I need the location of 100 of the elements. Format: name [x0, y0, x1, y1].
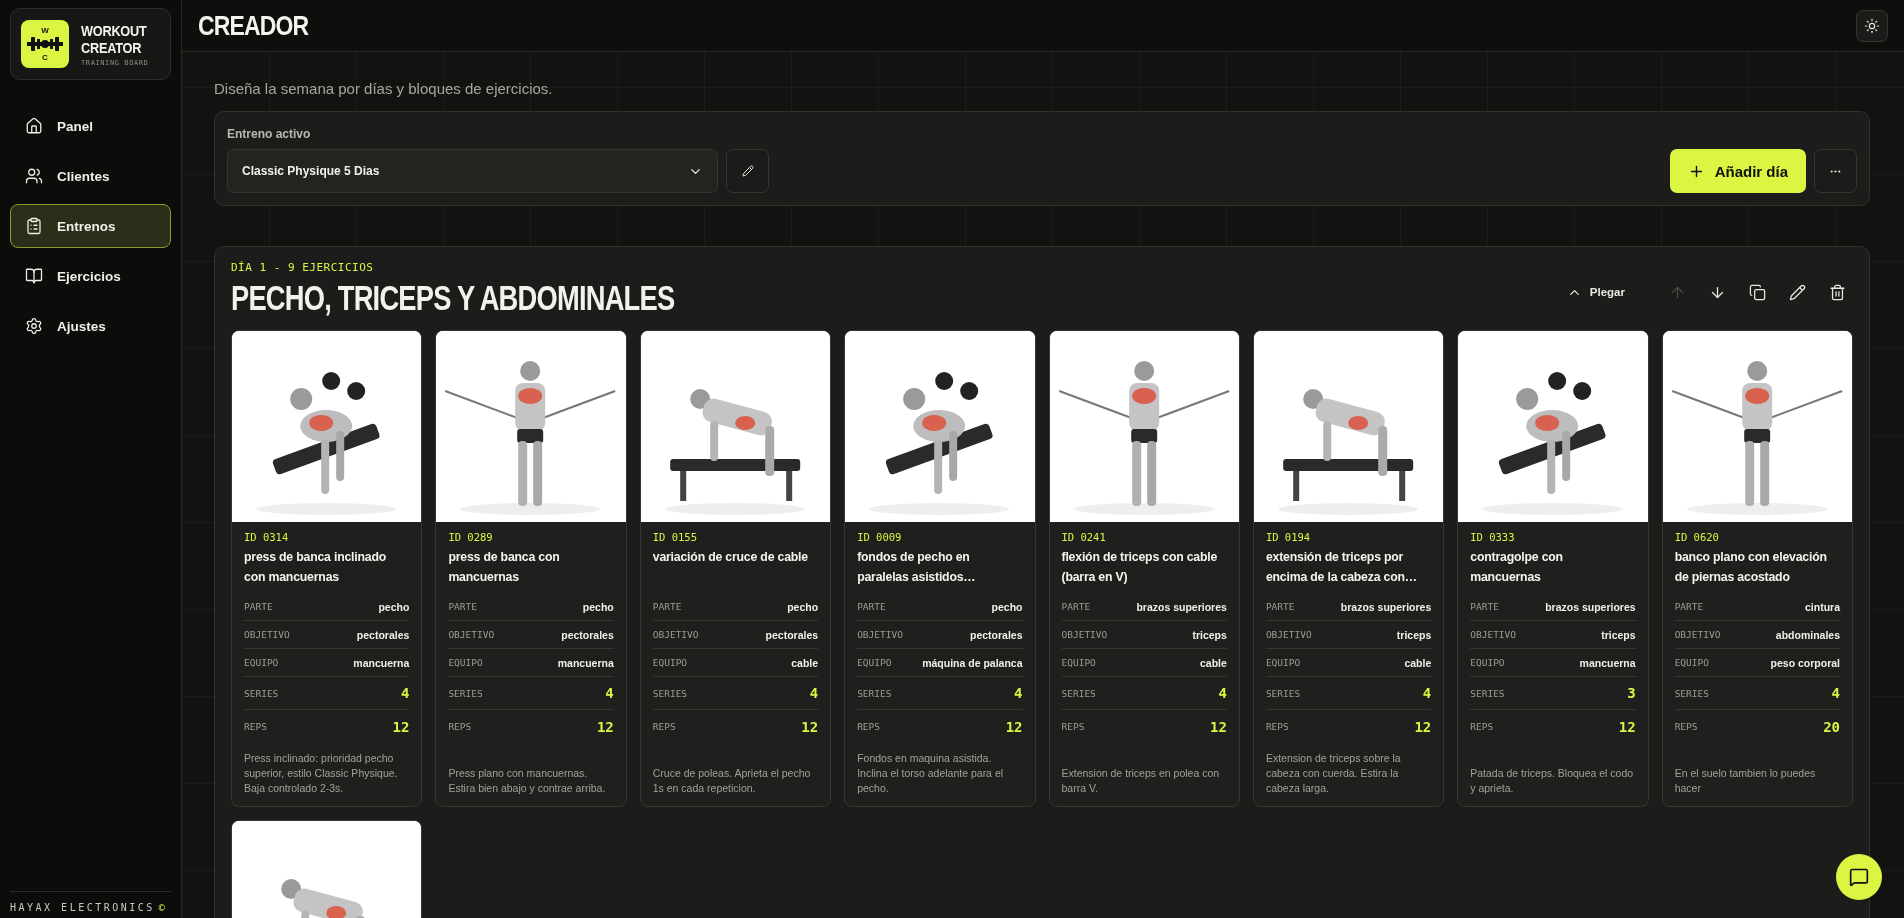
- field-value: 12: [1414, 718, 1432, 735]
- field-value: brazos superiores: [1545, 600, 1636, 613]
- field-label: EQUIPO: [1470, 657, 1505, 668]
- exercise-card[interactable]: ID 0155 variación de cruce de cable PARTE pecho OBJETIVO pectorales EQUIPO cable SERIES 4 REPS 12 Cruce de poleas. Aprieta el pecho 1s en cada repeticion.: [639, 330, 832, 807]
- copy-icon: [1748, 283, 1766, 301]
- exercise-card[interactable]: ID 0333 contragolpe con mancuernas PARTE brazos superiores OBJETIVO triceps EQUIPO mancuerna SERIES 3 REPS 12 Patada de triceps. Bloquea el codo y aprieta.: [1457, 330, 1649, 807]
- training-select[interactable]: Classic Physique 5 Dias: [227, 149, 718, 193]
- theme-toggle-button[interactable]: [1856, 9, 1888, 42]
- field-label: OBJETIVO: [1265, 629, 1312, 640]
- field-label: REPS: [652, 721, 676, 732]
- day-title: PECHO, TRICEPS Y ABDOMINALES: [231, 278, 675, 318]
- field-value: 4: [1218, 685, 1227, 701]
- exercise-id: ID 0241: [1061, 531, 1107, 543]
- exercise-note: Extension de triceps en polea con barra V.: [1061, 766, 1221, 796]
- field-label: SERIES: [244, 687, 279, 699]
- field-value: 4: [400, 685, 410, 701]
- field-label: OBJETIVO: [1470, 629, 1516, 640]
- nav-item[interactable]: Panel: [10, 104, 171, 148]
- exercise-card[interactable]: ID 0009 fondos de pecho en paralelas asistidos… PARTE pecho OBJETIVO pectorales EQUIPO máquina de palanca SERIES 4 REPS 12 Fondos en maquina asistida. Inclina el torso adelante para el pecho.: [844, 330, 1036, 807]
- field-label: OBJETIVO: [244, 629, 290, 640]
- trash-icon: [1828, 283, 1846, 301]
- field-label: REPS: [1265, 721, 1289, 732]
- field-value: 12: [596, 718, 614, 735]
- field-value: brazos superiores: [1136, 600, 1227, 613]
- field-value: 4: [1014, 685, 1023, 701]
- nav-item[interactable]: Entrenos: [10, 204, 171, 248]
- field-label: SERIES: [1265, 687, 1301, 699]
- nav-item[interactable]: Clientes: [10, 154, 171, 198]
- exercise-card[interactable]: ID 0289 press de banca con mancuernas PARTE pecho OBJETIVO pectorales EQUIPO mancuerna SERIES 4 REPS 12 Press plano con mancuernas. Estira bien abajo y contrae arriba.: [435, 330, 627, 807]
- pencil-icon: [741, 165, 754, 177]
- exercise-name: flexión de triceps con cable (barra en V): [1061, 549, 1219, 586]
- field-value: 4: [1831, 685, 1840, 701]
- exercise-name: press de banca con mancuernas: [448, 549, 561, 586]
- field-label: PARTE: [1265, 601, 1295, 612]
- field-label: EQUIPO: [448, 657, 483, 668]
- exercise-name: variación de cruce de cable: [652, 549, 809, 566]
- exercise-name: contragolpe con mancuernas: [1470, 549, 1564, 586]
- page-subtitle: Diseña la semana por días y bloques de ejercicios.: [214, 80, 554, 97]
- field-label: PARTE: [1674, 601, 1704, 612]
- exercise-id: ID 0009: [857, 531, 903, 543]
- field-label: OBJETIVO: [857, 629, 903, 640]
- field-label: EQUIPO: [857, 657, 892, 668]
- exercise-note: Press plano con mancuernas. Estira bien abajo y contrae arriba.: [448, 766, 607, 796]
- exercise-id: ID 0314: [244, 531, 290, 543]
- exercise-id: ID 0289: [448, 531, 494, 543]
- field-label: EQUIPO: [1061, 657, 1096, 668]
- exercise-id: ID 0620: [1674, 531, 1720, 543]
- field-value: cable: [1200, 656, 1227, 669]
- exercise-name: banco plano con elevación de piernas acostado: [1674, 549, 1828, 586]
- exercise-name: press de banca inclinado con mancuernas: [244, 549, 388, 586]
- exercise-card[interactable]: ID 0241 flexión de triceps con cable (barra en V) PARTE brazos superiores OBJETIVO triceps EQUIPO cable SERIES 4 REPS 12 Extension de triceps en polea con barra V.: [1048, 330, 1240, 807]
- nav-item[interactable]: Ajustes: [10, 304, 171, 348]
- collapse-button[interactable]: Plegar: [1560, 283, 1631, 301]
- field-label: EQUIPO: [1265, 657, 1301, 668]
- field-value: pectorales: [561, 628, 614, 641]
- field-label: REPS: [448, 721, 472, 732]
- field-label: REPS: [857, 721, 880, 732]
- nav-item[interactable]: Ejercicios: [10, 254, 171, 298]
- field-value: triceps: [1192, 628, 1227, 641]
- exercise-name: fondos de pecho en paralelas asistidos…: [857, 549, 977, 586]
- field-value: cable: [791, 656, 819, 669]
- field-label: PARTE: [857, 601, 886, 612]
- field-value: 12: [1618, 718, 1636, 735]
- field-label: SERIES: [1061, 687, 1096, 699]
- field-value: pectorales: [765, 628, 819, 641]
- field-value: abdominales: [1775, 628, 1840, 641]
- clipboard-icon: [25, 217, 43, 235]
- field-label: PARTE: [1061, 601, 1091, 612]
- field-value: mancuerna: [353, 656, 410, 669]
- field-label: EQUIPO: [652, 657, 688, 668]
- field-label: Entreno activo: [227, 127, 312, 141]
- barbell-icon: [27, 35, 63, 53]
- add-day-button[interactable]: Añadir día: [1669, 149, 1806, 193]
- copyright-mark: ©: [158, 902, 165, 913]
- exercise-card[interactable]: [1252, 330, 1445, 807]
- field-value: mancuerna: [1579, 656, 1636, 669]
- exercise-card[interactable]: ID 0620 banco plano con elevación de piernas acostado PARTE cintura OBJETIVO abdominales EQUIPO peso corporal SERIES 4 REPS 20 En el suelo tambien lo puedes hacer: [1661, 330, 1853, 807]
- field-label: PARTE: [448, 601, 477, 612]
- field-value: pectorales: [356, 628, 410, 641]
- field-value: pecho: [787, 600, 819, 613]
- field-value: pecho: [991, 600, 1023, 613]
- book-icon: [25, 267, 43, 285]
- field-label: SERIES: [652, 687, 688, 699]
- field-label: OBJETIVO: [448, 629, 495, 640]
- field-label: SERIES: [1470, 687, 1505, 699]
- exercise-name: extensión de triceps por encima de la cabeza con…: [1265, 549, 1418, 586]
- pencil-icon: [1788, 283, 1806, 301]
- exercise-card[interactable]: [231, 330, 423, 807]
- users-icon: [25, 167, 43, 185]
- field-value: 12: [1005, 718, 1023, 735]
- exercise-note: Cruce de poleas. Aprieta el pecho 1s en cada repeticion.: [652, 766, 812, 796]
- field-value: 12: [392, 718, 410, 735]
- field-label: OBJETIVO: [1061, 629, 1108, 640]
- field-label: OBJETIVO: [652, 629, 699, 640]
- exercise-note: Extension de triceps sobre la cabeza con cuerda. Estira la cabeza larga.: [1265, 751, 1402, 796]
- field-label: REPS: [1674, 721, 1698, 732]
- field-value: brazos superiores: [1340, 600, 1432, 613]
- field-label: EQUIPO: [1674, 657, 1709, 668]
- field-value: 4: [809, 685, 819, 701]
- field-label: PARTE: [1470, 601, 1499, 612]
